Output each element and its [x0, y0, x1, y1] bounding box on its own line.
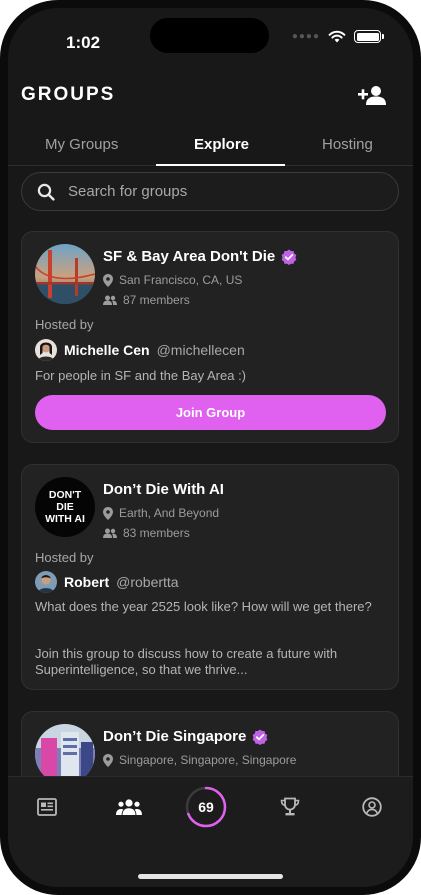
- members-icon: [103, 528, 117, 538]
- battery-icon: [354, 30, 384, 43]
- score-ring[interactable]: 69: [185, 786, 227, 828]
- group-card[interactable]: SF & Bay Area Don't Die San Francisco, C…: [21, 231, 399, 443]
- tab-bar: My Groups Explore Hosting: [8, 126, 413, 166]
- group-description-continued: Join this group to discuss how to create…: [35, 646, 338, 677]
- active-tab-indicator: [156, 164, 285, 166]
- group-description: For people in SF and the Bay Area :): [35, 368, 247, 383]
- group-members: 83 members: [103, 526, 190, 540]
- group-name[interactable]: SF & Bay Area Don't Die: [103, 248, 297, 265]
- app-screen: 1:02 ●●●● GROUPS My Groups Explore Hosti…: [8, 8, 413, 887]
- host-row[interactable]: Robert @robertta: [35, 571, 179, 593]
- nav-profile[interactable]: [357, 792, 387, 822]
- tab-explore[interactable]: Explore: [194, 136, 249, 153]
- group-avatar: [35, 724, 95, 784]
- status-icons: ●●●●: [291, 30, 384, 43]
- bottom-nav: 69: [8, 776, 413, 887]
- verified-badge-icon: [253, 729, 268, 745]
- host-avatar: [35, 339, 57, 361]
- group-logo-text: DON'T DIE WITH AI: [45, 489, 85, 525]
- group-avatar: DON'T DIE WITH AI: [35, 477, 95, 537]
- location-pin-icon: [103, 506, 113, 520]
- members-icon: [103, 295, 117, 305]
- group-description: What does the year 2525 look like? How w…: [35, 599, 372, 614]
- hosted-by-label: Hosted by: [35, 550, 94, 565]
- search-bar[interactable]: [21, 172, 399, 211]
- home-indicator[interactable]: [138, 874, 283, 879]
- nav-leaderboard[interactable]: [275, 792, 305, 822]
- newspaper-icon: [37, 798, 57, 816]
- status-time: 1:02: [66, 33, 101, 52]
- host-handle: @robertta: [116, 574, 179, 590]
- groups-icon: [116, 799, 142, 815]
- host-name: Michelle Cen: [64, 342, 150, 358]
- profile-icon: [362, 797, 382, 817]
- host-handle: @michellecen: [156, 342, 245, 358]
- join-group-button[interactable]: Join Group: [35, 395, 386, 430]
- nav-feed[interactable]: [32, 792, 62, 822]
- phone-frame: 1:02 ●●●● GROUPS My Groups Explore Hosti…: [0, 0, 421, 895]
- tab-my-groups[interactable]: My Groups: [45, 136, 118, 153]
- host-row[interactable]: Michelle Cen @michellecen: [35, 339, 245, 361]
- location-pin-icon: [103, 753, 113, 767]
- dynamic-island: [150, 18, 269, 53]
- host-avatar: [35, 571, 57, 593]
- group-location: Earth, And Beyond: [103, 506, 219, 520]
- group-card[interactable]: DON'T DIE WITH AI Don’t Die With AI Eart…: [21, 464, 399, 690]
- group-location: San Francisco, CA, US: [103, 273, 242, 287]
- group-location: Singapore, Singapore, Singapore: [103, 753, 296, 767]
- nav-groups[interactable]: [114, 792, 144, 822]
- wifi-icon: [328, 30, 346, 43]
- group-avatar: [35, 244, 95, 304]
- group-members: 87 members: [103, 293, 190, 307]
- signal-icon: ●●●●: [291, 31, 320, 42]
- page-title: GROUPS: [21, 84, 116, 105]
- search-input[interactable]: [68, 173, 378, 210]
- group-name[interactable]: Don’t Die Singapore: [103, 728, 268, 745]
- group-name[interactable]: Don’t Die With AI: [103, 481, 224, 498]
- hosted-by-label: Hosted by: [35, 317, 94, 332]
- score-value: 69: [198, 799, 214, 815]
- verified-badge-icon: [281, 249, 297, 265]
- tab-hosting[interactable]: Hosting: [322, 136, 373, 153]
- trophy-icon: [280, 797, 300, 816]
- add-user-icon[interactable]: [357, 84, 387, 106]
- host-name: Robert: [64, 574, 110, 590]
- location-pin-icon: [103, 273, 113, 287]
- search-icon: [37, 183, 55, 201]
